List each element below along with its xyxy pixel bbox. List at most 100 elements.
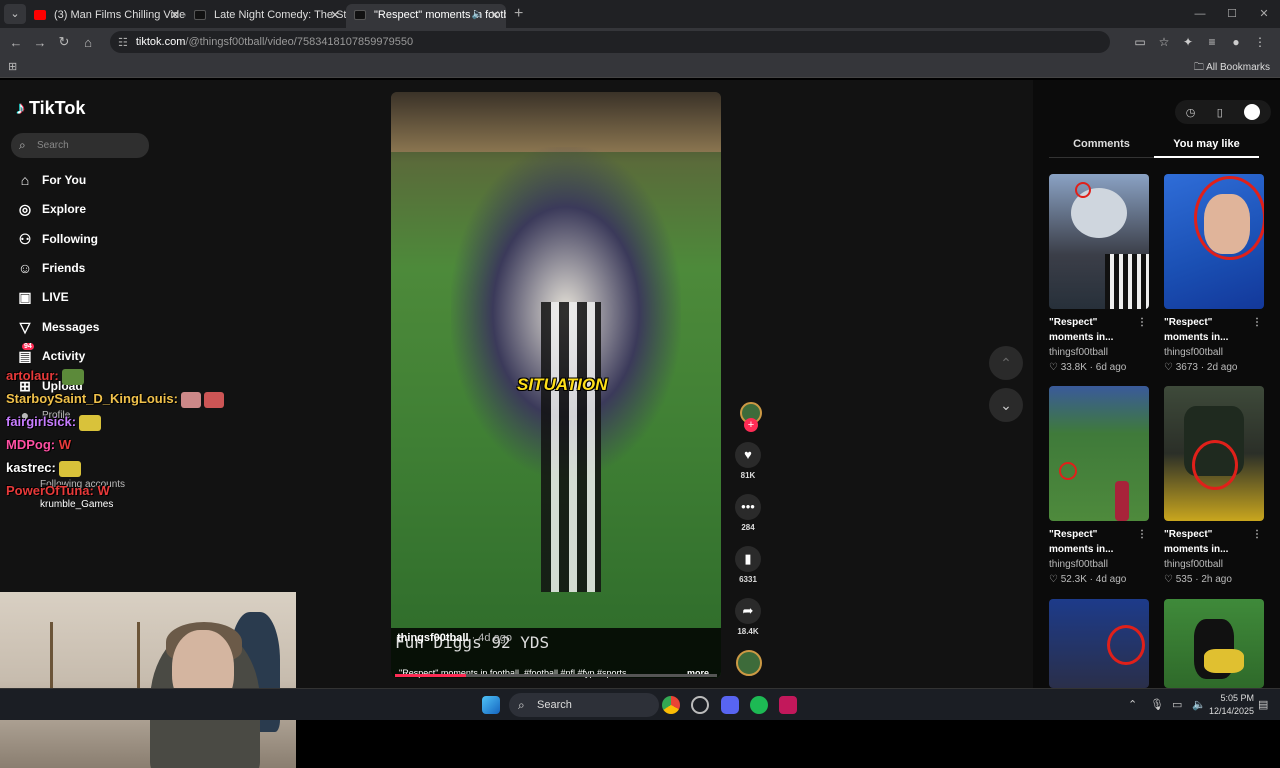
chat-message: PowerOfTuna: W	[6, 483, 110, 498]
card-user[interactable]: thingsf00tball	[1164, 557, 1266, 572]
minimize-icon[interactable]: —	[1184, 0, 1216, 28]
tray-expand-icon[interactable]: ⌃	[1128, 698, 1137, 711]
recommended-video-card[interactable]: "Respect" moments in... ⋮ thingsf00tball ♡…	[1164, 174, 1266, 375]
card-more-icon[interactable]: ⋮	[1137, 315, 1147, 330]
follow-plus-icon[interactable]: +	[744, 418, 758, 432]
browser-tab[interactable]: (3) Man Films Chilling Videos 8 ✕	[26, 4, 186, 28]
close-window-icon[interactable]: ✕	[1248, 0, 1280, 28]
next-video-button[interactable]: ⌄	[989, 388, 1023, 422]
video-thumbnail	[1049, 174, 1149, 309]
bookmark-star-icon[interactable]: ☆	[1152, 35, 1176, 49]
tab-title: "Respect" moments in footb	[374, 9, 506, 21]
app-icon[interactable]	[779, 696, 797, 714]
nav-live[interactable]: ▣ LIVE	[16, 286, 68, 308]
card-user[interactable]: thingsf00tball	[1164, 345, 1266, 360]
card-more-icon[interactable]: ⋮	[1252, 315, 1262, 330]
cast-icon[interactable]: ▭	[1128, 35, 1152, 49]
share-button[interactable]: ➦ 18.4K	[733, 598, 763, 636]
media-icon[interactable]: ≡	[1200, 35, 1224, 49]
spotify-icon[interactable]	[750, 696, 768, 714]
nav-following[interactable]: ⚇ Following	[16, 228, 98, 250]
save-count: 6331	[739, 575, 757, 584]
recommended-video-card[interactable]: "Respect" moments in... ⋮ thingsf00tball ♡…	[1049, 386, 1151, 587]
site-info-icon[interactable]: ☷	[118, 36, 128, 49]
video-progress-bar[interactable]	[395, 674, 717, 677]
taskbar-search-label: Search	[537, 699, 572, 711]
network-icon[interactable]: ▭	[1172, 698, 1182, 711]
chrome-icon[interactable]	[662, 696, 680, 714]
card-more-icon[interactable]: ⋮	[1137, 527, 1147, 542]
tab-search-button[interactable]: ⌄	[4, 4, 26, 24]
creator-avatar-button[interactable]: +	[736, 402, 766, 432]
extensions-icon[interactable]: ✦	[1176, 35, 1200, 49]
search-icon: ⌕	[518, 698, 525, 712]
recommended-video-card[interactable]	[1049, 599, 1151, 688]
sound-disc-button[interactable]	[734, 650, 764, 676]
card-user[interactable]: thingsf00tball	[1049, 557, 1151, 572]
discord-icon[interactable]	[721, 696, 739, 714]
card-stats: ♡ 33.8K · 6d ago	[1049, 362, 1127, 373]
video-thumbnail	[1049, 599, 1149, 688]
card-title: "Respect" moments in... ⋮	[1049, 527, 1147, 555]
back-icon[interactable]: ←	[4, 35, 28, 50]
system-clock[interactable]: 5:05 PM 12/14/2025	[1209, 692, 1254, 718]
live-icon: ▣	[18, 288, 32, 305]
video-thumbnail	[1164, 386, 1264, 521]
recommended-video-card[interactable]	[1164, 599, 1266, 688]
search-input[interactable]: ⌕ Search	[11, 133, 149, 158]
search-placeholder: Search	[37, 140, 69, 151]
emote-icon	[79, 414, 102, 431]
menu-icon[interactable]: ⋮	[1248, 35, 1272, 49]
following-account-item[interactable]: krumble_Games	[40, 499, 113, 510]
browser-tab-active[interactable]: "Respect" moments in footb 🔈 ✕	[346, 4, 506, 28]
save-button[interactable]: ▮ 6331	[733, 546, 763, 584]
clock-icon[interactable]: ◷	[1186, 106, 1196, 119]
nav-label: Activity	[42, 349, 86, 363]
volume-icon[interactable]: 🔈	[1192, 698, 1206, 711]
heart-icon: ♥	[735, 442, 761, 468]
reload-icon[interactable]: ↻	[52, 34, 76, 50]
nav-for-you[interactable]: ⌂ For You	[16, 169, 86, 191]
recommended-video-card[interactable]: "Respect" moments in... ⋮ thingsf00tball ♡…	[1049, 174, 1151, 375]
maximize-icon[interactable]: ☐	[1216, 0, 1248, 28]
tab-you-may-like[interactable]: You may like	[1154, 138, 1259, 158]
forward-icon[interactable]: →	[28, 35, 52, 50]
card-age: 2h ago	[1201, 574, 1232, 585]
phone-icon[interactable]: ▯	[1217, 106, 1223, 119]
like-button[interactable]: ♥ 81K	[733, 442, 763, 480]
windows-start-icon[interactable]	[482, 696, 500, 714]
taskbar-search[interactable]: ⌕ Search	[509, 693, 659, 717]
card-user[interactable]: thingsf00tball	[1049, 345, 1151, 360]
video-player[interactable]: SITUATION Fun Diggs 92 YDS thingsf00tbal…	[391, 92, 721, 678]
close-tab-icon[interactable]: ✕	[170, 4, 180, 26]
card-title: "Respect" moments in... ⋮	[1049, 315, 1147, 343]
nav-activity[interactable]: ▤ 94 Activity	[16, 342, 86, 367]
video-thumbnail	[1164, 599, 1264, 688]
nav-messages[interactable]: ▽ Messages	[16, 316, 100, 338]
microphone-icon[interactable]: 🎙	[1150, 698, 1164, 711]
apps-grid-icon[interactable]: ⊞	[8, 60, 17, 73]
chat-text: W	[97, 483, 110, 498]
profile-avatar-icon[interactable]: ●	[1224, 35, 1248, 49]
browser-tab[interactable]: Late Night Comedy: The Strugg ✕	[186, 4, 346, 28]
comment-button[interactable]: ••• 284	[733, 494, 763, 532]
steam-icon[interactable]	[691, 696, 709, 714]
tab-comments[interactable]: Comments	[1049, 138, 1154, 158]
nav-friends[interactable]: ☺ Friends	[16, 257, 86, 279]
theme-toggle[interactable]	[1244, 104, 1261, 120]
recommended-video-card[interactable]: "Respect" moments in... ⋮ thingsf00tball ♡…	[1164, 386, 1266, 587]
previous-video-button[interactable]: ⌃	[989, 346, 1023, 380]
notifications-icon[interactable]: ▤	[1258, 698, 1268, 711]
home-icon[interactable]: ⌂	[76, 35, 100, 50]
all-bookmarks-button[interactable]: 🗀 All Bookmarks	[1194, 60, 1270, 77]
tiktok-logo[interactable]: ♪ TikTok	[16, 98, 85, 119]
speaker-icon[interactable]: 🔈	[472, 4, 484, 26]
card-more-icon[interactable]: ⋮	[1252, 527, 1262, 542]
close-tab-icon[interactable]: ✕	[330, 4, 340, 26]
video-author[interactable]: thingsf00tball · 4d ago	[397, 632, 512, 644]
close-tab-icon[interactable]: ✕	[490, 4, 500, 26]
nav-explore[interactable]: ◎ Explore	[16, 198, 86, 220]
video-progress-fill	[395, 674, 466, 677]
url-field[interactable]: ☷ tiktok.com /@thingsf00tball/video/7583…	[110, 31, 1110, 53]
new-tab-button[interactable]: +	[514, 5, 523, 23]
